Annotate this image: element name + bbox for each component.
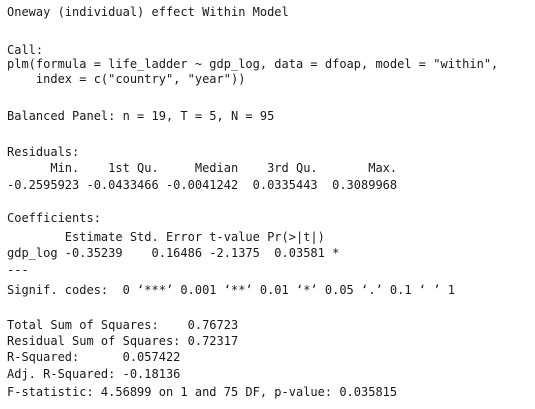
- coefficients-header-line: Coefficients:: [7, 211, 101, 225]
- r-console-output: Oneway (individual) effect Within Model …: [0, 0, 535, 409]
- call-formula-line: plm(formula = life_ladder ~ gdp_log, dat…: [7, 57, 499, 71]
- signif-codes-line: Signif. codes: 0 ‘***’ 0.001 ‘**’ 0.01 ‘…: [7, 283, 455, 297]
- adj-r-squared-line: Adj. R-Squared: -0.18136: [7, 367, 181, 381]
- separator-line: ---: [7, 263, 29, 277]
- coefficient-row-gdp-log: gdp_log -0.35239 0.16486 -2.1375 0.03581…: [7, 246, 340, 260]
- r-squared-line: R-Squared: 0.057422: [7, 350, 181, 364]
- model-title-line: Oneway (individual) effect Within Model: [7, 5, 289, 19]
- call-index-line: index = c("country", "year")): [7, 72, 246, 86]
- residuals-header-line: Residuals:: [7, 145, 80, 159]
- total-ss-line: Total Sum of Squares: 0.76723: [7, 318, 239, 332]
- residuals-quantile-values: -0.2595923 -0.0433466 -0.0041242 0.03354…: [7, 178, 398, 192]
- call-header-line: Call:: [7, 43, 44, 57]
- balanced-panel-line: Balanced Panel: n = 19, T = 5, N = 95: [7, 109, 275, 123]
- residuals-quantile-labels: Min. 1st Qu. Median 3rd Qu. Max.: [7, 161, 398, 175]
- coefficients-column-headers: Estimate Std. Error t-value Pr(>|t|): [7, 230, 325, 244]
- f-statistic-line: F-statistic: 4.56899 on 1 and 75 DF, p-v…: [7, 385, 398, 399]
- residual-ss-line: Residual Sum of Squares: 0.72317: [7, 334, 239, 348]
